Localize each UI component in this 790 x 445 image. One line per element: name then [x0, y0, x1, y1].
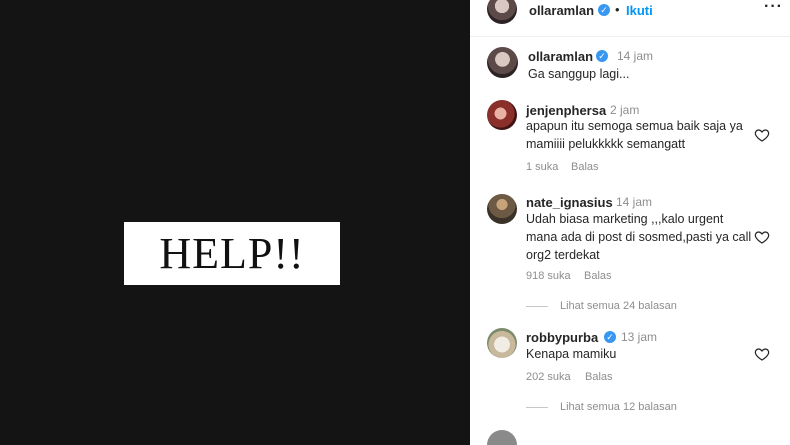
comment-username[interactable]: robbypurba [526, 330, 598, 345]
post-header: ollaramlan ✓ • Ikuti ··· [470, 0, 790, 37]
view-replies-link[interactable]: Lihat semua 12 balasan [560, 401, 677, 413]
more-horizontal-icon[interactable]: ··· [764, 0, 783, 16]
replies-divider [526, 306, 548, 307]
commenter-avatar[interactable] [487, 328, 517, 358]
author-username[interactable]: ollaramlan [529, 3, 594, 18]
comment-text: Udah biasa marketing ,,,kalo urgent mana… [526, 212, 752, 262]
verified-badge-icon: ✓ [596, 50, 608, 62]
comment-likes[interactable]: 1 suka [526, 161, 558, 173]
comment-time[interactable]: 2 jam [610, 103, 639, 117]
caption-time[interactable]: 14 jam [617, 49, 653, 63]
comment-likes[interactable]: 918 suka [526, 270, 571, 282]
comment-username[interactable]: nate_ignasius [526, 195, 613, 210]
commenter-avatar[interactable] [487, 100, 517, 130]
view-replies-link[interactable]: Lihat semua 24 balasan [560, 300, 677, 312]
caption-avatar[interactable] [487, 47, 518, 78]
follow-button[interactable]: Ikuti [626, 3, 653, 18]
caption-username[interactable]: ollaramlan [528, 49, 593, 64]
comment-username[interactable]: jenjenphersa [526, 103, 606, 118]
like-heart-icon[interactable] [754, 229, 770, 245]
like-heart-icon[interactable] [754, 346, 770, 362]
separator-dot: • [615, 2, 620, 17]
comment-text: apapun itu semoga semua baik saja ya mam… [526, 119, 743, 151]
verified-badge-icon: ✓ [598, 4, 610, 16]
commenter-avatar[interactable] [487, 194, 517, 224]
help-sign-text: HELP!! [159, 228, 305, 278]
author-avatar[interactable] [487, 0, 517, 24]
help-sign-image: HELP!! [124, 222, 340, 285]
comment-time[interactable]: 13 jam [621, 330, 657, 344]
post-media[interactable]: HELP!! [0, 0, 470, 445]
reply-button[interactable]: Balas [584, 270, 612, 282]
like-heart-icon[interactable] [754, 127, 770, 143]
reply-button[interactable]: Balas [585, 371, 613, 383]
commenter-avatar[interactable] [487, 430, 517, 445]
comment-time[interactable]: 14 jam [616, 195, 652, 209]
replies-divider [526, 407, 548, 408]
caption-text: Ga sanggup lagi... [528, 67, 630, 81]
comments-panel: ollaramlan ✓ • Ikuti ··· ollaramlan ✓ 14… [470, 0, 790, 445]
verified-badge-icon: ✓ [604, 331, 616, 343]
comment-text: Kenapa mamiku [526, 347, 617, 361]
comment-likes[interactable]: 202 suka [526, 371, 571, 383]
reply-button[interactable]: Balas [571, 161, 599, 173]
